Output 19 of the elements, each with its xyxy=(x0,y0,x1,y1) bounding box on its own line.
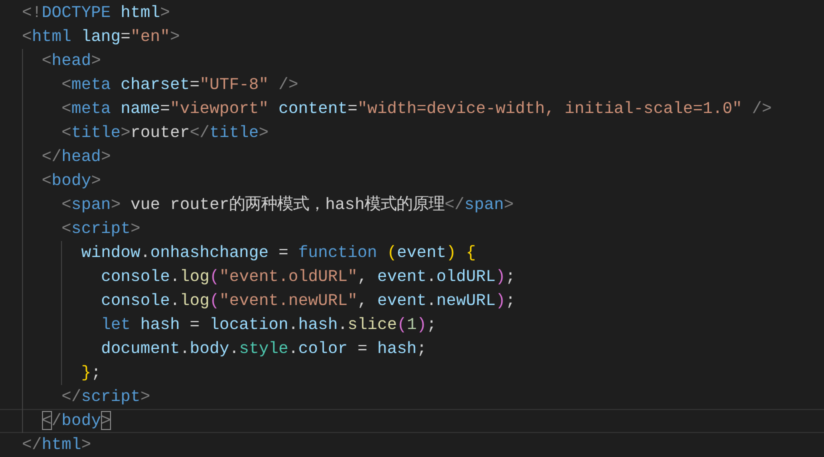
code-line: console.log("event.oldURL", event.oldURL); xyxy=(100,267,516,286)
code-line: <title>router</title> xyxy=(61,123,269,142)
code-line: <html lang="en"> xyxy=(22,27,180,46)
code-line: }; xyxy=(81,363,101,382)
code-line: window.onhashchange = function (event) { xyxy=(81,243,476,262)
code-line: </head> xyxy=(42,147,111,166)
code-line: <!DOCTYPE html> xyxy=(22,3,170,22)
code-line: </script> xyxy=(61,387,150,406)
code-line: let hash = location.hash.slice(1); xyxy=(100,315,436,334)
code-line: <script> xyxy=(61,219,140,238)
code-line: <body> xyxy=(42,171,101,190)
code-line: </html> xyxy=(22,435,92,454)
code-line: <meta charset="UTF-8" /> xyxy=(61,75,298,94)
code-line: <span> vue router的两种模式，hash模式的原理</span> xyxy=(61,195,514,214)
code-line: <head> xyxy=(42,51,101,70)
code-line: console.log("event.newURL", event.newURL); xyxy=(100,291,516,310)
code-line: </body> xyxy=(42,411,111,430)
code-line: document.body.style.color = hash; xyxy=(100,339,427,358)
code-line: <meta name="viewport" content="width=device-width, initial-scale=1.0" /> xyxy=(61,99,772,118)
